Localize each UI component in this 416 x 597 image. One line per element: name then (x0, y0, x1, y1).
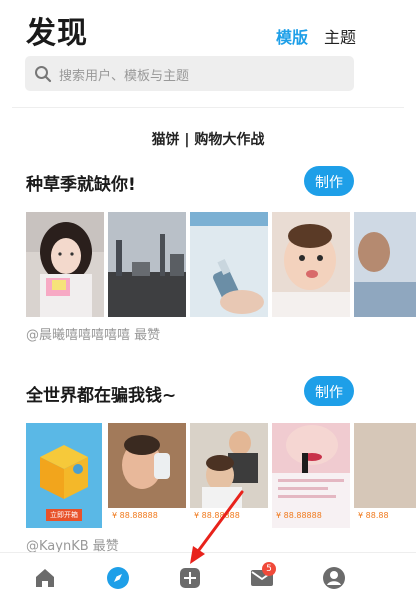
template-thumb[interactable] (26, 212, 104, 317)
top-liker[interactable]: @晨曦嘻嘻嘻嘻嘻 最赞 (26, 324, 160, 343)
template-thumb[interactable]: 立即开箱 (26, 423, 102, 528)
price-label: ¥ 88.88888 (276, 511, 322, 520)
template-thumb[interactable] (272, 212, 350, 317)
template-thumb[interactable] (354, 212, 416, 317)
section-title: 全世界都在骗我钱~ (26, 386, 177, 406)
template-thumb[interactable]: ¥ 88.88 (354, 423, 416, 528)
divider (12, 107, 404, 108)
price-label: ¥ 88.88 (358, 511, 389, 520)
template-image (26, 212, 104, 317)
header: 发现 模版 主题 搜索用户、模板与主题 (0, 0, 416, 108)
tab-templates[interactable]: 模版 (276, 24, 308, 48)
template-image (190, 212, 268, 317)
section-title: 种草季就缺你! (26, 175, 136, 195)
template-image (272, 212, 350, 317)
profile-icon[interactable] (322, 566, 346, 590)
page-title: 发现 (26, 16, 88, 51)
search-icon (35, 66, 52, 83)
open-now-label: 立即开箱 (50, 511, 78, 519)
search-placeholder: 搜索用户、模板与主题 (59, 69, 190, 84)
make-button[interactable]: 制作 (304, 166, 354, 196)
add-icon[interactable] (178, 566, 202, 590)
make-button[interactable]: 制作 (304, 376, 354, 406)
template-image (354, 212, 416, 317)
topic-banner[interactable]: 猫饼 | 购物大作战 (0, 129, 416, 149)
template-thumb[interactable] (190, 212, 268, 317)
annotation-arrow (190, 490, 244, 564)
template-image (108, 212, 186, 317)
template-thumb[interactable]: ¥ 88.88888 (272, 423, 350, 528)
notification-badge: 5 (262, 562, 276, 576)
compass-icon[interactable] (106, 566, 130, 590)
tab-themes[interactable]: 主题 (324, 24, 356, 48)
template-strip[interactable] (26, 212, 416, 317)
template-thumb[interactable] (108, 212, 186, 317)
price-label: ¥ 88.88888 (112, 511, 158, 520)
home-icon[interactable] (33, 566, 57, 590)
template-thumb[interactable]: ¥ 88.88888 (108, 423, 186, 528)
search-input[interactable]: 搜索用户、模板与主题 (25, 56, 354, 91)
